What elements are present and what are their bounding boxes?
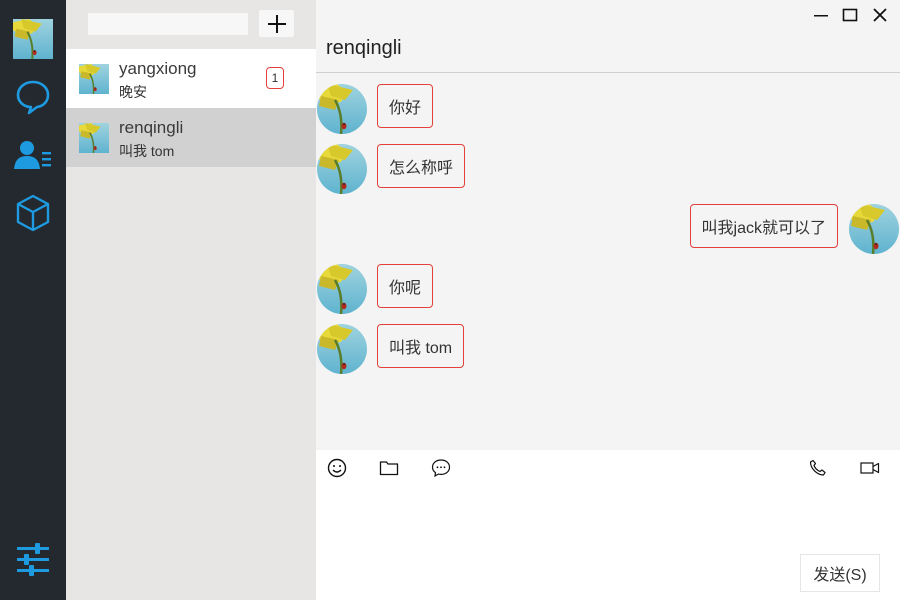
- conversation-preview: 叫我 tom: [119, 143, 175, 159]
- message-avatar[interactable]: [317, 144, 367, 194]
- conversation-item-yangxiong[interactable]: yangxiong 晚安 1: [66, 49, 316, 108]
- settings-sliders-icon[interactable]: [13, 540, 53, 580]
- cube-icon[interactable]: [13, 193, 53, 233]
- conversation-preview: 晚安: [119, 84, 147, 100]
- chat-bubble-icon[interactable]: [430, 458, 452, 478]
- message-bubble: 叫我 tom: [377, 324, 465, 368]
- message-bubble: 怎么称呼: [377, 144, 466, 188]
- message-avatar[interactable]: [317, 264, 367, 314]
- message-bubble: 你呢: [377, 264, 434, 308]
- add-button[interactable]: [259, 10, 294, 37]
- message-avatar[interactable]: [849, 204, 899, 254]
- conversation-name: renqingli: [119, 118, 184, 137]
- message-bubble: 你好: [377, 84, 434, 128]
- composer: 发送(S): [316, 450, 900, 600]
- message-avatar[interactable]: [317, 84, 367, 134]
- video-icon[interactable]: [859, 458, 881, 478]
- contacts-icon[interactable]: [13, 135, 53, 175]
- nav-sidebar: [0, 0, 66, 600]
- chat-panel: renqingli 你好 怎么称呼 叫我jack就可以了 你呢 叫我 tom 发…: [316, 0, 900, 600]
- conversation-name: yangxiong: [119, 59, 197, 78]
- chat-title: renqingli: [326, 37, 402, 59]
- divider: [316, 72, 900, 73]
- contact-avatar: [79, 64, 109, 94]
- phone-icon[interactable]: [807, 458, 829, 478]
- maximize-icon[interactable]: [840, 6, 860, 24]
- emoji-icon[interactable]: [326, 458, 348, 478]
- close-icon[interactable]: [870, 6, 890, 24]
- conversation-item-renqingli[interactable]: renqingli 叫我 tom: [66, 108, 316, 167]
- send-button[interactable]: 发送(S): [800, 554, 880, 592]
- contact-avatar: [79, 123, 109, 153]
- folder-icon[interactable]: [378, 458, 400, 478]
- search-input[interactable]: [88, 13, 248, 35]
- plus-icon: [267, 14, 286, 33]
- unread-badge: 1: [266, 67, 284, 89]
- my-avatar[interactable]: [13, 19, 53, 59]
- conversation-list: yangxiong 晚安 1 renqingli 叫我 tom: [66, 0, 316, 600]
- message-input[interactable]: [326, 488, 890, 552]
- message-bubble: 叫我jack就可以了: [689, 204, 838, 248]
- minimize-icon[interactable]: [811, 6, 831, 24]
- chat-icon[interactable]: [13, 77, 53, 117]
- message-avatar[interactable]: [317, 324, 367, 374]
